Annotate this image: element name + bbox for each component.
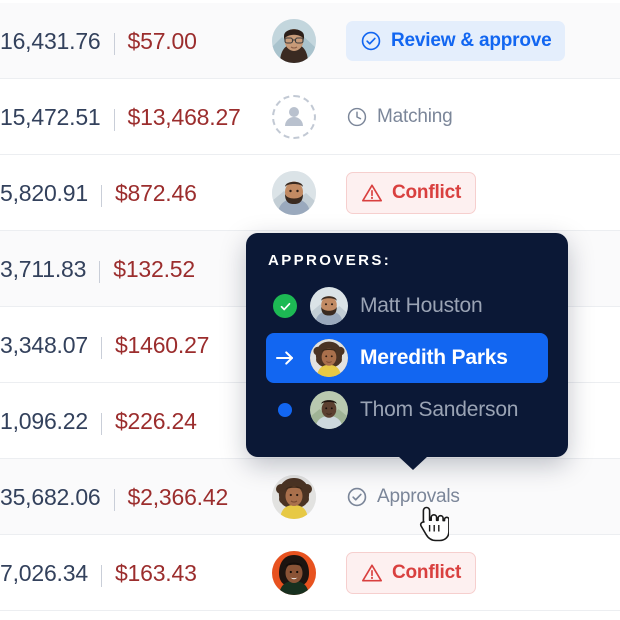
amount-divider	[113, 109, 115, 131]
amount-cell: 3,348.07 $1460.27	[0, 307, 209, 383]
amount-secondary: $2,366.42	[127, 483, 229, 510]
amount-cell: 35,682.06 $2,366.42	[0, 459, 228, 535]
avatar[interactable]	[272, 171, 316, 215]
status-badge[interactable]: Review & approve	[346, 21, 566, 61]
status-badge[interactable]: Conflict	[346, 172, 477, 214]
avatar-placeholder-icon[interactable]	[272, 95, 316, 139]
amount-cell: 16,431.76 $57.00	[0, 3, 197, 79]
approver-item[interactable]: Thom Sanderson	[266, 385, 548, 435]
avatar	[310, 339, 348, 377]
status-cell: Review & approve	[346, 3, 566, 79]
avatar[interactable]	[272, 551, 316, 595]
amount-cell: 7,026.34 $163.43	[0, 535, 197, 611]
amount-secondary: $13,468.27	[127, 103, 241, 130]
table-row[interactable]: 16,431.76 $57.00 Review & approve	[0, 3, 620, 79]
amount-divider	[100, 185, 102, 207]
amount-primary: 1,096.22	[0, 407, 88, 434]
check-icon	[273, 294, 297, 318]
amount-divider	[100, 413, 102, 435]
amount-divider	[113, 33, 115, 55]
approver-status-marker	[272, 397, 298, 423]
status-label: Conflict	[392, 562, 462, 583]
amount-divider	[100, 565, 102, 587]
approvers-list: Matt Houston Meredith Parks Thom Sanderson	[266, 281, 548, 435]
status-badge[interactable]: Approvals	[346, 477, 474, 517]
approver-name: Matt Houston	[360, 294, 483, 317]
amount-secondary: $163.43	[114, 559, 197, 586]
check-circle-icon	[347, 487, 367, 507]
approver-status-marker	[272, 293, 298, 319]
status-cell: Approvals	[346, 459, 474, 535]
status-cell: Conflict	[346, 155, 477, 231]
amount-divider	[100, 337, 102, 359]
amount-primary: 5,820.91	[0, 179, 88, 206]
approver-status-marker	[272, 345, 298, 371]
amount-divider	[99, 261, 101, 283]
amount-secondary: $1460.27	[114, 331, 210, 358]
status-label: Conflict	[392, 182, 462, 203]
clock-icon	[347, 107, 367, 127]
amount-secondary: $226.24	[114, 407, 197, 434]
approvals-table-screen: 16,431.76 $57.00 Review & approve 15,472.51…	[0, 0, 620, 620]
amount-primary: 35,682.06	[0, 483, 101, 510]
avatar[interactable]	[272, 475, 316, 519]
amount-cell: 5,820.91 $872.46	[0, 155, 197, 231]
amount-primary: 7,026.34	[0, 559, 88, 586]
arrow-right-icon	[276, 351, 293, 365]
amount-secondary: $872.46	[114, 179, 197, 206]
approvers-tooltip: APPROVERS: Matt Houston Meredith Parks Tho…	[246, 233, 568, 470]
table-row[interactable]: 15,472.51 $13,468.27 Matching	[0, 79, 620, 155]
status-label: Approvals	[377, 486, 460, 507]
amount-divider	[113, 489, 115, 511]
table-row[interactable]: 5,820.91 $872.46 Conflict	[0, 155, 620, 231]
amount-secondary: $132.52	[113, 255, 195, 282]
table-row[interactable]: 35,682.06 $2,366.42 Approvals	[0, 459, 620, 535]
avatar-cell	[268, 459, 320, 535]
status-label: Review & approve	[391, 30, 552, 51]
amount-secondary: $57.00	[127, 27, 197, 54]
approver-item[interactable]: Matt Houston	[266, 281, 548, 331]
avatar	[310, 287, 348, 325]
approver-name: Thom Sanderson	[360, 398, 519, 421]
approvers-tooltip-title: APPROVERS:	[268, 252, 392, 269]
status-label: Matching	[377, 106, 453, 127]
warning-triangle-icon	[362, 184, 382, 202]
amount-cell: 1,096.22 $226.24	[0, 383, 197, 459]
status-badge[interactable]: Conflict	[346, 552, 477, 594]
approver-name: Meredith Parks	[360, 346, 508, 369]
avatar[interactable]	[272, 19, 316, 63]
check-circle-icon	[361, 31, 381, 51]
amount-cell: 3,711.83 $132.52	[0, 231, 195, 307]
table-row[interactable]: 7,026.34 $163.43 Conflict	[0, 535, 620, 611]
dot-icon	[278, 403, 292, 417]
avatar-cell	[268, 535, 320, 611]
approver-item[interactable]: Meredith Parks	[266, 333, 548, 383]
amount-primary: 3,348.07	[0, 331, 88, 358]
warning-triangle-icon	[362, 564, 382, 582]
avatar-cell	[268, 79, 320, 155]
status-badge[interactable]: Matching	[346, 97, 467, 137]
amount-cell: 15,472.51 $13,468.27	[0, 79, 241, 155]
amount-primary: 3,711.83	[0, 255, 87, 282]
amount-primary: 15,472.51	[0, 103, 101, 130]
tooltip-arrow	[398, 456, 428, 470]
avatar-cell	[268, 3, 320, 79]
amount-primary: 16,431.76	[0, 27, 101, 54]
status-cell: Matching	[346, 79, 467, 155]
avatar	[310, 391, 348, 429]
status-cell: Conflict	[346, 535, 477, 611]
avatar-cell	[268, 155, 320, 231]
